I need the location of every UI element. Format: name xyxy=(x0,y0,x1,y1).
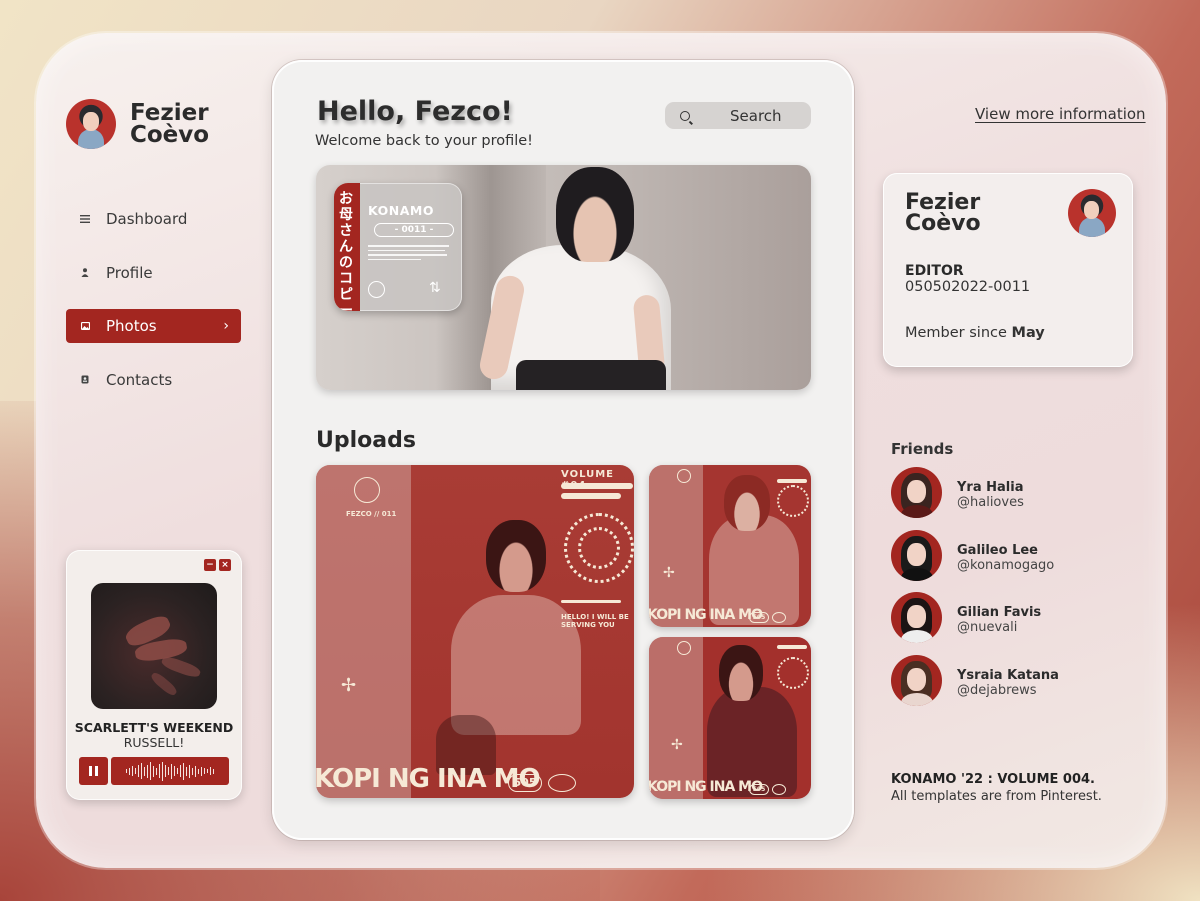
globe-icon xyxy=(548,774,576,792)
friend-name: Yra Halia xyxy=(957,480,1024,495)
album-cover xyxy=(91,583,217,709)
upload-caption: KOPI NG INA MO xyxy=(649,779,763,795)
profile-card: Fezier Coèvo EDITOR 050502022-0011 Membe… xyxy=(883,173,1133,367)
avatar xyxy=(891,655,942,706)
chevron-right-icon: › xyxy=(223,318,229,334)
sidebar-item-dashboard[interactable]: Dashboard xyxy=(66,202,241,236)
emblem-icon xyxy=(677,641,691,655)
page-title: Hello, Fezco! xyxy=(317,96,513,127)
search-label: Search xyxy=(730,106,782,125)
globe-icon xyxy=(772,612,786,623)
upload-tile[interactable]: ✢ KOPI NG INA MO 505 xyxy=(649,465,811,627)
uploads-heading: Uploads xyxy=(316,428,416,453)
close-button[interactable]: × xyxy=(219,559,231,571)
sidebar-item-label: Contacts xyxy=(106,370,173,389)
profile-role: EDITOR xyxy=(905,263,964,279)
minimize-button[interactable]: − xyxy=(204,559,216,571)
contacts-icon xyxy=(80,375,90,385)
friends-heading: Friends xyxy=(891,440,954,458)
member-since: Member since May xyxy=(905,325,1045,341)
footer-title: KONAMO '22 : VOLUME 004. xyxy=(891,772,1095,787)
friend-handle: @halioves xyxy=(957,495,1024,510)
friend-name: Gilian Favis xyxy=(957,605,1042,620)
avatar xyxy=(891,592,942,643)
upload-badge: 505 xyxy=(508,774,542,792)
friend-item[interactable]: Yra Halia @halioves xyxy=(891,467,1131,519)
upload-tag: FEZCO // 011 xyxy=(346,510,397,518)
friend-item[interactable]: Ysraia Katana @dejabrews xyxy=(891,655,1131,707)
profile-id-number: 050502022-0011 xyxy=(905,279,1031,295)
avatar xyxy=(891,467,942,518)
friend-handle: @dejabrews xyxy=(957,683,1037,698)
upload-badge: 505 xyxy=(749,612,769,623)
sidebar-item-label: Photos xyxy=(106,317,157,335)
friend-name: Ysraia Katana xyxy=(957,668,1059,683)
sidebar-item-label: Profile xyxy=(106,263,153,282)
hero-ticket-card: お母さんのコピー KONAMO - 0011 - ⇅ xyxy=(334,183,462,311)
search-input[interactable]: Search xyxy=(665,102,811,129)
welcome-text: Welcome back to your profile! xyxy=(315,133,533,149)
sidebar-item-contacts[interactable]: Contacts xyxy=(66,363,241,397)
friend-handle: @konamogago xyxy=(957,558,1055,573)
friend-item[interactable]: Gilian Favis @nuevali xyxy=(891,592,1131,644)
emblem-icon xyxy=(354,477,380,503)
sidebar-nav: Dashboard Profile Photos › Contacts xyxy=(66,202,241,416)
song-artist: RUSSELL! xyxy=(123,735,185,750)
avatar xyxy=(66,99,116,149)
avatar xyxy=(891,530,942,581)
profile-card-name: Fezier Coèvo xyxy=(905,190,981,236)
emblem-icon xyxy=(677,469,691,483)
upload-caption: KOPI NG INA MO xyxy=(649,607,763,623)
seal-icon xyxy=(368,281,385,298)
pause-button[interactable] xyxy=(79,757,108,785)
sidebar-item-label: Dashboard xyxy=(106,210,188,228)
main-panel: Hello, Fezco! Welcome back to your profi… xyxy=(272,60,854,840)
music-player: − × SCARLETT'S WEEKEND RUSSELL! xyxy=(66,550,242,800)
ticket-vertical-text: お母さんのコピー xyxy=(339,191,353,311)
song-title: SCARLETT'S WEEKEND xyxy=(74,720,234,735)
friend-handle: @nuevali xyxy=(957,620,1018,635)
sidebar-profile[interactable]: Fezier Coèvo xyxy=(66,99,209,149)
upload-caption: KOPI NG INA MO xyxy=(316,764,541,794)
upload-badge: 505 xyxy=(749,784,769,795)
hero-photo[interactable]: お母さんのコピー KONAMO - 0011 - ⇅ xyxy=(316,165,811,390)
globe-icon xyxy=(772,784,786,795)
sidebar-item-profile[interactable]: Profile xyxy=(66,256,241,290)
photo-icon xyxy=(80,321,90,331)
upload-tile[interactable]: FEZCO // 011 VOLUME #04 HELLO! I WILL BE… xyxy=(316,465,634,798)
list-icon xyxy=(80,214,90,224)
profile-name: Fezier Coèvo xyxy=(130,100,210,148)
pause-icon xyxy=(89,766,92,776)
friend-name: Galileo Lee xyxy=(957,543,1039,558)
sort-arrows-icon: ⇅ xyxy=(429,280,441,296)
upload-tile[interactable]: ✢ KOPI NG INA MO 505 xyxy=(649,637,811,799)
avatar xyxy=(1068,189,1116,237)
person-icon xyxy=(80,268,90,278)
audio-waveform[interactable] xyxy=(111,757,229,785)
footer-note: All templates are from Pinterest. xyxy=(891,789,1102,804)
sidebar-item-photos[interactable]: Photos › xyxy=(66,309,241,343)
ticket-code: - 0011 - xyxy=(374,223,454,237)
ticket-title: KONAMO xyxy=(368,203,434,218)
view-more-link[interactable]: View more information xyxy=(975,105,1146,123)
friend-item[interactable]: Galileo Lee @konamogago xyxy=(891,530,1131,582)
search-icon xyxy=(680,110,690,121)
